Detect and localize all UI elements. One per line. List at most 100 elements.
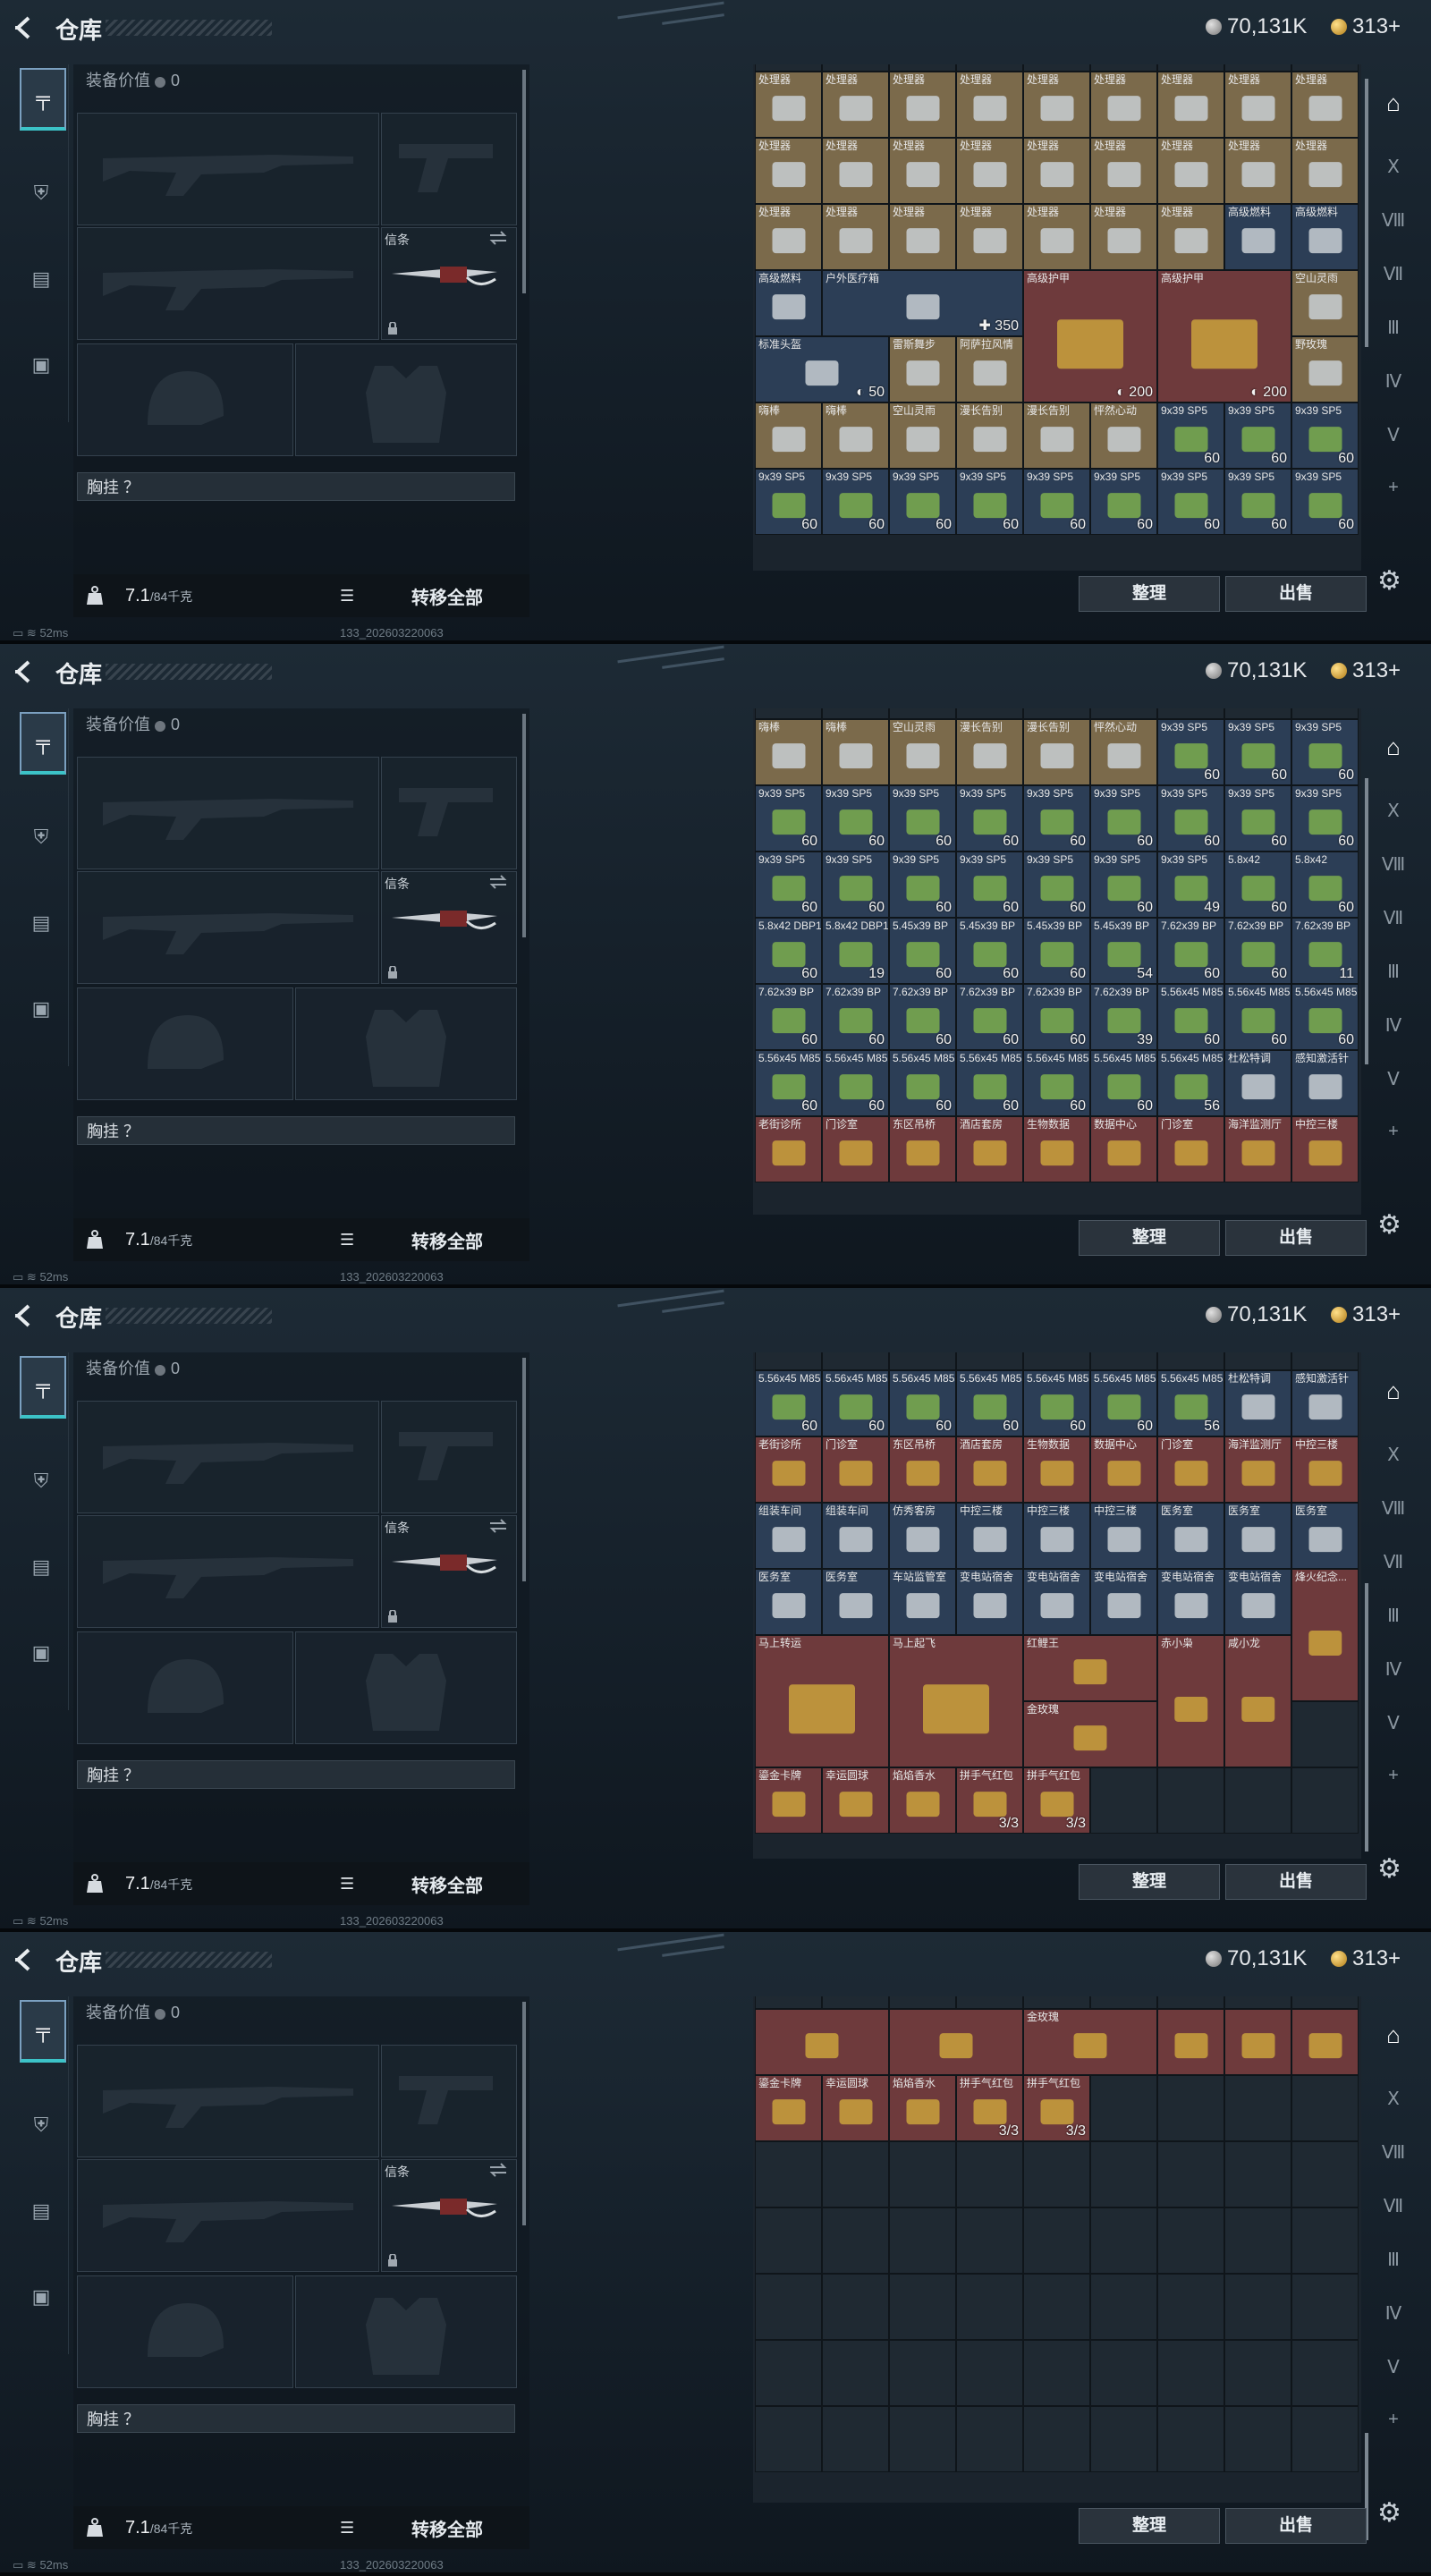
inventory-item[interactable]: 数据中心: [1090, 1116, 1157, 1182]
inventory-item[interactable]: 处理器: [1224, 72, 1291, 138]
inventory-item[interactable]: 处理器: [889, 204, 956, 270]
inventory-item[interactable]: 5.56x45 M855A1 60: [822, 1370, 889, 1436]
helmet-slot[interactable]: [77, 987, 293, 1100]
inventory-item[interactable]: 中控三楼: [1023, 1503, 1090, 1569]
inventory-item[interactable]: 9x39 SP5 60: [1090, 469, 1157, 535]
inventory-item[interactable]: 咸小龙: [1224, 1635, 1291, 1767]
inventory-item[interactable]: 处理器: [1291, 72, 1359, 138]
nav-backpack-tab[interactable]: ▤: [20, 250, 63, 308]
sort-button[interactable]: 整理: [1079, 1864, 1220, 1900]
inventory-item[interactable]: 9x39 SP5 49: [1157, 852, 1224, 918]
nav-armor-tab[interactable]: ⛨: [20, 2097, 63, 2154]
inventory-item[interactable]: 处理器: [956, 138, 1023, 204]
inventory-item[interactable]: 5.56x45 M855A1 60: [755, 1050, 822, 1116]
inventory-item[interactable]: 处理器: [1157, 72, 1224, 138]
inventory-item[interactable]: 处理器: [1023, 72, 1090, 138]
back-arrow-icon[interactable]: [13, 1302, 34, 1329]
chest-rig-slot[interactable]: 胸挂 ？: [77, 2404, 515, 2433]
list-icon[interactable]: ☰: [340, 2519, 354, 2538]
inventory-item[interactable]: 7.62x39 BP 60: [956, 984, 1023, 1050]
list-icon[interactable]: ☰: [340, 1875, 354, 1894]
inventory-item[interactable]: 5.45x39 BP 60: [956, 918, 1023, 984]
inventory-item[interactable]: 空山灵雨: [889, 402, 956, 469]
inventory-item[interactable]: 5.56x45 M855A1 60: [956, 1050, 1023, 1116]
helmet-slot[interactable]: [77, 2275, 293, 2388]
inventory-item[interactable]: 7.62x39 BP 60: [889, 984, 956, 1050]
inventory-item[interactable]: 处理器: [889, 138, 956, 204]
storage-tab-icon[interactable]: Ⅳ: [1379, 2302, 1408, 2326]
armor-slot[interactable]: [295, 1631, 517, 1744]
list-icon[interactable]: ☰: [340, 1231, 354, 1250]
inventory-item[interactable]: 拼手气红包 3/3: [956, 2075, 1023, 2141]
inventory-item[interactable]: 处理器: [1023, 138, 1090, 204]
inventory-item[interactable]: 马上转运: [755, 1635, 889, 1767]
nav-case-tab[interactable]: ▣: [20, 336, 63, 394]
inventory-item[interactable]: 5.56x45 M855A1 60: [1023, 1370, 1090, 1436]
inventory-item[interactable]: 9x39 SP5 60: [1157, 785, 1224, 852]
inventory-item[interactable]: 9x39 SP5 60: [1224, 785, 1291, 852]
inventory-item[interactable]: 中控三楼: [1291, 1116, 1359, 1182]
inventory-item[interactable]: 处理器: [1090, 72, 1157, 138]
inventory-item[interactable]: 5.45x39 BP 54: [1090, 918, 1157, 984]
inventory-item[interactable]: 中控三楼: [1291, 1436, 1359, 1503]
inventory-item[interactable]: 9x39 SP5 60: [1157, 469, 1224, 535]
inventory-item[interactable]: 处理器: [755, 204, 822, 270]
storage-tab-icon[interactable]: Ⅶ: [1379, 907, 1408, 930]
chest-rig-slot[interactable]: 胸挂 ？: [77, 472, 515, 501]
nav-armor-tab[interactable]: ⛨: [20, 809, 63, 866]
inventory-item[interactable]: 处理器: [755, 138, 822, 204]
primary-weapon-slot[interactable]: [77, 113, 379, 225]
inventory-item[interactable]: [1291, 2009, 1359, 2075]
inventory-item[interactable]: 老街诊所: [755, 1116, 822, 1182]
armor-slot[interactable]: [295, 987, 517, 1100]
primary-weapon-slot[interactable]: [77, 1401, 379, 1513]
inventory-item[interactable]: 处理器: [755, 72, 822, 138]
inventory-item[interactable]: 9x39 SP5 60: [1090, 852, 1157, 918]
inventory-item[interactable]: 9x39 SP5 60: [1224, 469, 1291, 535]
inventory-item[interactable]: 9x39 SP5 60: [1291, 719, 1359, 785]
inventory-item[interactable]: 5.56x45 M855A1 60: [889, 1370, 956, 1436]
nav-armor-tab[interactable]: ⛨: [20, 165, 63, 222]
add-tab-icon[interactable]: +: [1379, 1766, 1408, 1789]
primary-weapon-slot[interactable]: [77, 2045, 379, 2157]
inventory-item[interactable]: 9x39 SP5 60: [1291, 402, 1359, 469]
inventory-item[interactable]: 高级护甲 ◐ 200: [1157, 270, 1291, 402]
inventory-item[interactable]: 变电站宿舍: [1157, 1569, 1224, 1635]
inventory-item[interactable]: 9x39 SP5 60: [956, 785, 1023, 852]
warehouse-home-icon[interactable]: ⌂: [1379, 2021, 1408, 2048]
sell-button[interactable]: 出售: [1225, 576, 1367, 612]
storage-tab-icon[interactable]: Ⅲ: [1379, 1605, 1408, 1628]
inventory-item[interactable]: 7.62x39 BP 60: [1023, 984, 1090, 1050]
nav-case-tab[interactable]: ▣: [20, 2268, 63, 2326]
secondary-weapon-slot[interactable]: [77, 1515, 379, 1628]
gold-currency[interactable]: 313+: [1331, 14, 1401, 39]
inventory-item[interactable]: 处理器: [822, 72, 889, 138]
warehouse-scrollbar[interactable]: [1365, 79, 1368, 347]
inventory-item[interactable]: 嗨棒: [755, 402, 822, 469]
storage-tab-icon[interactable]: Ⅲ: [1379, 2249, 1408, 2272]
inventory-item[interactable]: 医务室: [1224, 1503, 1291, 1569]
nav-backpack-tab[interactable]: ▤: [20, 1538, 63, 1596]
inventory-item[interactable]: 5.8x42 60: [1291, 852, 1359, 918]
inventory-item[interactable]: 生物数据: [1023, 1116, 1090, 1182]
gold-currency[interactable]: 313+: [1331, 1302, 1401, 1327]
inventory-item[interactable]: 5.56x45 M855A1 60: [889, 1050, 956, 1116]
inventory-item[interactable]: 7.62x39 BP 39: [1090, 984, 1157, 1050]
inventory-item[interactable]: 海洋监测厅: [1224, 1116, 1291, 1182]
sidearm-slot[interactable]: [381, 2045, 517, 2157]
inventory-item[interactable]: 金玫瑰: [1023, 2009, 1157, 2075]
inventory-item[interactable]: 9x39 SP5 60: [755, 785, 822, 852]
inventory-item[interactable]: 9x39 SP5 60: [755, 852, 822, 918]
silver-currency[interactable]: 70,131K: [1206, 1946, 1307, 1971]
storage-tab-icon[interactable]: Ⅲ: [1379, 317, 1408, 340]
inventory-item[interactable]: 金玫瑰: [1023, 1701, 1157, 1767]
inventory-item[interactable]: 空山灵雨: [1291, 270, 1359, 336]
storage-tab-icon[interactable]: Ⅴ: [1379, 1712, 1408, 1735]
storage-tab-icon[interactable]: Ⅹ: [1379, 1444, 1408, 1467]
storage-tab-icon[interactable]: Ⅴ: [1379, 424, 1408, 447]
inventory-item[interactable]: 杜松特调: [1224, 1050, 1291, 1116]
inventory-item[interactable]: 变电站宿舍: [1023, 1569, 1090, 1635]
inventory-item[interactable]: 鎏金卡牌: [755, 2075, 822, 2141]
inventory-item[interactable]: 焰焰香水: [889, 1767, 956, 1834]
inventory-item[interactable]: 9x39 SP5 60: [1157, 402, 1224, 469]
